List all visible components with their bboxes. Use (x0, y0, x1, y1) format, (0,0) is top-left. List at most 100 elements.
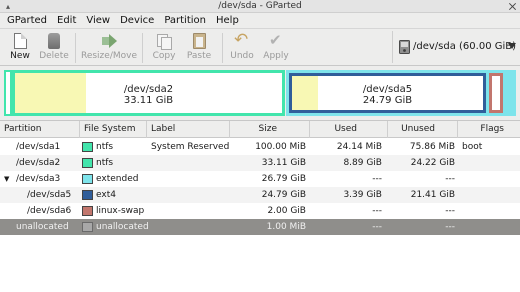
cell-unused: 75.86 MiB (409, 142, 455, 152)
disk-map: /dev/sda2 33.11 GiB /dev/sda5 24.79 GiB (0, 66, 520, 120)
gparted-window: ▴ /dev/sda - GParted GParted Edit View D… (0, 0, 520, 292)
cell-file-system: ntfs (96, 142, 114, 152)
partition-table: Partition File System Label Size Used Un… (0, 120, 520, 292)
menu-help[interactable]: Help (211, 14, 244, 28)
table-row[interactable]: ▼ /dev/sda3 extended 26.79 GiB --- --- (0, 171, 520, 187)
toolbar-separator (222, 33, 223, 63)
cell-partition: /dev/sda5 (27, 190, 72, 200)
sda2-size: 33.11 GiB (123, 95, 174, 106)
column-header-size[interactable]: Size (230, 121, 310, 138)
table-row-selected[interactable]: unallocated unallocated 1.00 MiB --- --- (0, 219, 520, 235)
device-selector[interactable]: /dev/sda (60.00 GiB) (392, 31, 520, 63)
column-header-label[interactable]: Label (147, 121, 230, 138)
cell-flags: boot (462, 142, 483, 152)
cell-unused: --- (445, 174, 455, 184)
disk-map-partition-sda6[interactable] (489, 73, 503, 113)
undo-label: Undo (230, 51, 254, 61)
cell-size: 100.00 MiB (255, 142, 306, 152)
menu-partition[interactable]: Partition (159, 14, 211, 28)
cell-file-system: unallocated (96, 222, 149, 232)
cell-size: 2.00 GiB (267, 206, 306, 216)
apply-button[interactable]: Apply (260, 31, 292, 65)
cell-used: 8.89 GiB (343, 158, 382, 168)
cell-size: 24.79 GiB (261, 190, 306, 200)
delete-label: Delete (39, 51, 69, 61)
column-header-unused[interactable]: Unused (388, 121, 458, 138)
table-row[interactable]: /dev/sda5 ext4 24.79 GiB 3.39 GiB 21.41 … (0, 187, 520, 203)
disk-map-partition-sda3[interactable]: /dev/sda5 24.79 GiB (286, 70, 516, 116)
sda2-name: /dev/sda2 (123, 84, 174, 95)
cell-unused: --- (445, 222, 455, 232)
delete-button[interactable]: Delete (37, 31, 71, 65)
disk-map-partition-sda1[interactable] (4, 70, 12, 116)
device-selector-value: /dev/sda (60.00 GiB) (413, 41, 517, 52)
window-title: /dev/sda - GParted (218, 1, 302, 11)
sda2-info: /dev/sda2 33.11 GiB (12, 84, 285, 106)
close-icon[interactable] (508, 2, 517, 11)
cell-partition: /dev/sda6 (27, 206, 72, 216)
menu-gparted[interactable]: GParted (2, 14, 52, 28)
copy-icon (156, 33, 172, 50)
column-header-used[interactable]: Used (310, 121, 388, 138)
resize-move-label: Resize/Move (80, 51, 137, 61)
copy-button[interactable]: Copy (148, 31, 180, 65)
menu-edit[interactable]: Edit (52, 14, 81, 28)
menu-bar: GParted Edit View Device Partition Help (0, 14, 520, 28)
cell-used: 24.14 MiB (336, 142, 382, 152)
title-bar: ▴ /dev/sda - GParted (0, 0, 520, 13)
cell-used: --- (372, 206, 382, 216)
cell-used: 3.39 GiB (343, 190, 382, 200)
chevron-down-icon (508, 43, 516, 49)
table-row[interactable]: /dev/sda2 ntfs 33.11 GiB 8.89 GiB 24.22 … (0, 155, 520, 171)
column-header-flags[interactable]: Flags (458, 121, 520, 138)
table-row[interactable]: /dev/sda1 ntfs System Reserved 100.00 Mi… (0, 139, 520, 155)
table-header: Partition File System Label Size Used Un… (0, 121, 520, 138)
menu-view[interactable]: View (81, 14, 115, 28)
cell-size: 26.79 GiB (261, 174, 306, 184)
delete-icon (48, 33, 60, 49)
cell-unused: --- (445, 206, 455, 216)
cell-file-system: ntfs (96, 158, 114, 168)
cell-partition: /dev/sda2 (16, 158, 61, 168)
sda5-name: /dev/sda5 (362, 84, 413, 95)
paste-icon (192, 33, 206, 49)
cell-size: 33.11 GiB (261, 158, 306, 168)
cell-used: --- (372, 174, 382, 184)
cell-size: 1.00 MiB (266, 222, 306, 232)
cell-partition: /dev/sda3 (16, 174, 61, 184)
cell-label: System Reserved (151, 142, 230, 152)
toolbar-separator (75, 33, 76, 63)
fs-color-swatch (82, 206, 93, 216)
cell-partition: /dev/sda1 (16, 142, 61, 152)
disk-map-partition-sda5[interactable]: /dev/sda5 24.79 GiB (289, 73, 486, 113)
copy-label: Copy (152, 51, 176, 61)
expander-icon[interactable]: ▼ (4, 171, 9, 187)
resize-move-button[interactable]: Resize/Move (80, 31, 138, 65)
cell-used: --- (372, 222, 382, 232)
cell-file-system: linux-swap (96, 206, 145, 216)
cell-file-system: extended (96, 174, 139, 184)
fs-color-swatch (82, 174, 93, 184)
fs-color-swatch (82, 190, 93, 200)
paste-label: Paste (186, 51, 212, 61)
undo-button[interactable]: Undo (227, 30, 257, 65)
hard-disk-icon (399, 40, 410, 54)
cell-unused: 24.22 GiB (410, 158, 455, 168)
fs-color-swatch (82, 142, 93, 152)
table-row[interactable]: /dev/sda6 linux-swap 2.00 GiB --- --- (0, 203, 520, 219)
sda5-size: 24.79 GiB (362, 95, 413, 106)
resize-move-icon (101, 33, 117, 49)
column-header-file-system[interactable]: File System (80, 121, 147, 138)
apply-icon (268, 31, 284, 49)
cell-partition: unallocated (16, 222, 69, 232)
undo-icon (234, 30, 250, 50)
column-header-partition[interactable]: Partition (0, 121, 80, 138)
disk-map-partition-sda2[interactable]: /dev/sda2 33.11 GiB (12, 70, 285, 116)
new-document-icon (13, 33, 27, 49)
menu-device[interactable]: Device (115, 14, 159, 28)
fs-color-swatch (82, 158, 93, 168)
new-button[interactable]: New (6, 31, 34, 65)
fs-color-swatch (82, 222, 93, 232)
paste-button[interactable]: Paste (183, 31, 215, 65)
toolbar-separator (142, 33, 143, 63)
